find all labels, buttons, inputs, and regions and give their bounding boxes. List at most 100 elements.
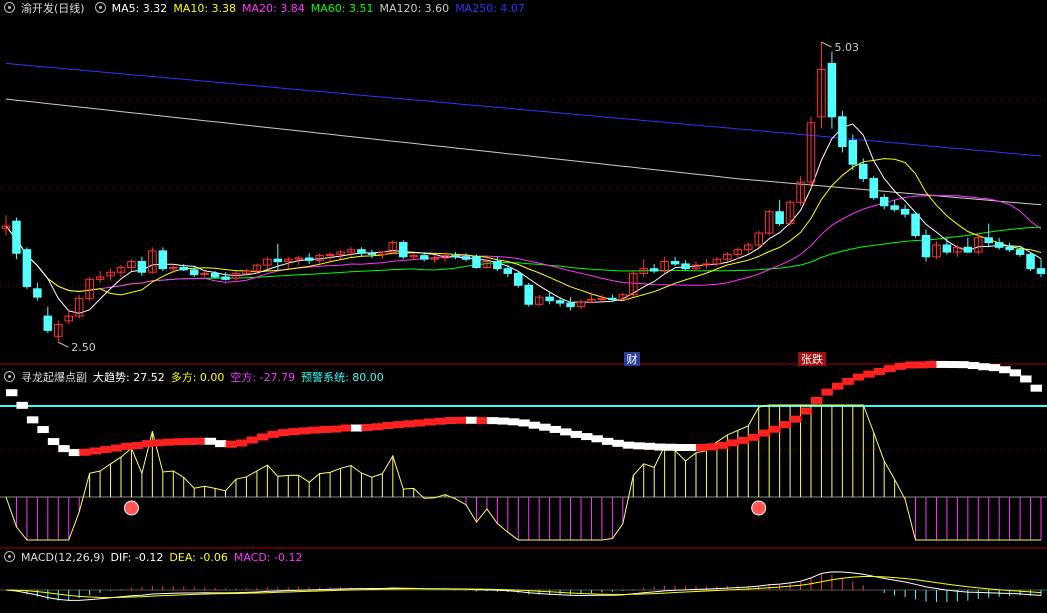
trend-band-segment — [183, 438, 196, 446]
event-marker-0: 财 — [627, 352, 638, 366]
stock-title: 渝开发(日线) — [21, 2, 85, 15]
trend-band-segment — [654, 443, 666, 451]
candle-body — [545, 296, 554, 302]
trend-band-segment — [100, 446, 112, 454]
trend-band-segment — [330, 425, 342, 433]
candle-body — [137, 261, 147, 273]
trend-band-segment — [1009, 369, 1022, 377]
trend-band-segment — [288, 428, 300, 436]
candle-body — [859, 163, 868, 180]
macd-label-0: DIF: -0.12 — [110, 551, 164, 564]
ma-label-3: MA60: 3.51 — [310, 2, 374, 15]
ma-label-0: MA5: 3.32 — [111, 2, 168, 15]
high-label: 5.03 — [834, 41, 859, 54]
ma5-line — [5, 123, 1042, 314]
candle-body — [22, 249, 32, 287]
candle-body — [827, 62, 837, 118]
indicator-legend: 寻龙起爆点副 大趋势: 27.52 多方: 0.00 空方: -27.79 预警系统: … — [0, 369, 396, 387]
trend-band-segment — [643, 442, 656, 450]
ma-label-1: MA10: 3.38 — [173, 2, 237, 15]
candle-body — [670, 261, 680, 265]
ma120-line — [5, 98, 1042, 206]
ma-label-5: MA250: 4.07 — [455, 2, 525, 15]
candle-body — [649, 268, 659, 272]
stock-chart: 5.03 2.50 财 张跌 — [0, 41, 1047, 603]
candle-body — [848, 140, 858, 165]
candle-body — [158, 250, 168, 270]
trend-band-segment — [162, 438, 175, 446]
candle-body — [555, 300, 565, 304]
trend-band-segment — [716, 441, 729, 449]
trend-band-segment — [131, 442, 143, 450]
trend-band-segment — [47, 438, 60, 446]
low-pointer — [58, 341, 69, 348]
candle-body — [399, 242, 408, 258]
trend-band-segment — [727, 439, 739, 447]
trend-band-segment — [68, 449, 81, 457]
candle-body — [179, 266, 188, 271]
candle-body — [681, 263, 690, 270]
trend-band-segment — [696, 443, 708, 451]
main-legend: 渝开发(日线) MA5: 3.32 MA10: 3.38 MA20: 3.84 MA60… — [0, 0, 537, 18]
trend-band-segment — [706, 443, 718, 451]
low-label: 2.50 — [71, 341, 96, 354]
candle-body — [566, 302, 575, 308]
trend-band-segment — [403, 420, 415, 428]
candle-body — [1036, 268, 1046, 274]
trend-band-segment — [194, 437, 206, 445]
candle-body — [472, 256, 481, 268]
trend-band-segment — [779, 421, 792, 429]
trend-band-segment — [633, 442, 645, 450]
macd-name: MACD(12,26,9) — [21, 551, 105, 564]
trend-band-segment — [957, 361, 969, 369]
trend-band-segment — [873, 367, 886, 375]
indicator-label-3: 预警系统: 80.00 — [301, 371, 384, 384]
candle-body — [493, 261, 502, 270]
candle-body — [451, 255, 460, 258]
trend-band-segment — [58, 445, 70, 453]
indicator-label-1: 多方: 0.00 — [170, 371, 225, 384]
candle-body — [304, 257, 314, 261]
indicator-values: 大趋势: 27.52 多方: 0.00 空方: -27.79 预警系统: 80.00 — [93, 371, 390, 384]
candle-body — [869, 178, 878, 198]
trend-band-segment — [967, 362, 980, 370]
candle-body — [838, 116, 847, 147]
trend-band-segment — [821, 388, 833, 396]
trend-band-segment — [79, 448, 91, 456]
candle-body — [273, 258, 283, 263]
settings-icon[interactable] — [4, 2, 15, 13]
indicator-settings-icon[interactable] — [94, 2, 106, 13]
candle-body — [775, 211, 784, 225]
trend-band-segment — [790, 415, 802, 423]
trend-band-segment — [246, 436, 258, 444]
macd-settings-icon[interactable] — [4, 551, 15, 562]
candle-body — [189, 269, 199, 276]
trend-band-segment — [560, 428, 572, 436]
indicator-panel-settings-icon[interactable] — [4, 371, 15, 382]
trend-band-segment — [528, 421, 541, 429]
macd-legend: MACD(12,26,9) DIF: -0.12 DEA: -0.06 MACD: -… — [0, 549, 314, 567]
trend-band-segment — [518, 419, 530, 427]
trend-band-segment — [842, 377, 854, 385]
trend-band-segment — [204, 437, 217, 445]
trend-band-segment — [152, 439, 164, 447]
candle-body — [33, 288, 42, 298]
trend-band-segment — [601, 437, 614, 445]
trend-band-segment — [236, 439, 248, 447]
candle-body — [221, 276, 230, 280]
trend-band-segment — [256, 433, 269, 441]
trend-band-segment — [392, 421, 405, 429]
signal-ball-1 — [751, 500, 767, 516]
trend-band-segment — [831, 382, 844, 390]
trend-band-segment — [37, 426, 49, 434]
trend-band-segment — [811, 396, 823, 404]
indicator-label-2: 空方: -27.79 — [230, 371, 296, 384]
trend-band-segment — [298, 427, 311, 435]
candle-body — [1005, 246, 1014, 251]
trend-band-segment — [476, 417, 488, 425]
trend-band-segment — [926, 360, 938, 368]
candle-body — [911, 213, 920, 236]
dea-line — [5, 576, 1042, 599]
trend-band-segment — [612, 439, 624, 447]
trend-band-segment — [999, 366, 1011, 374]
